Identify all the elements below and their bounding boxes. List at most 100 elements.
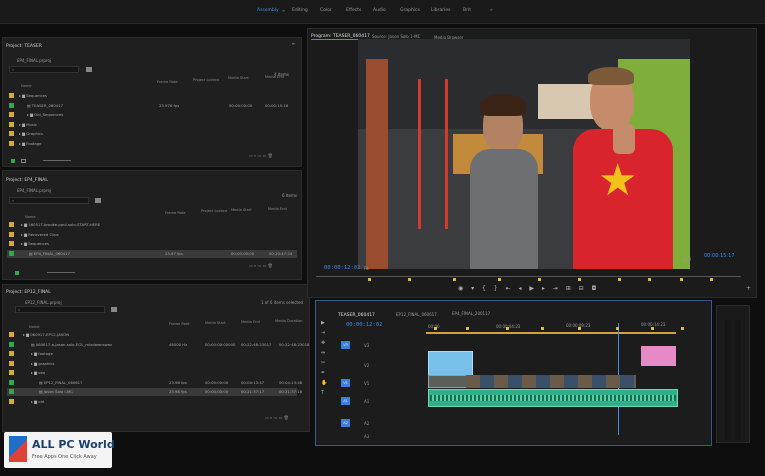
track-a2-target[interactable]: A2: [341, 419, 350, 427]
fit-select[interactable]: Fit: [364, 266, 369, 271]
list-item[interactable]: ▤ Jason Solo I-MC 23.98 fps 00:00:00:00 00:…: [7, 388, 302, 396]
marker[interactable]: [578, 278, 581, 281]
marker[interactable]: [618, 278, 621, 281]
zoom-slider[interactable]: [43, 160, 71, 161]
more-tabs-icon[interactable]: »: [490, 8, 493, 13]
tab-color[interactable]: Color: [320, 8, 332, 13]
tab-graphics[interactable]: Graphics: [400, 8, 420, 13]
label-swatch[interactable]: [9, 341, 14, 347]
label-swatch[interactable]: [9, 231, 14, 237]
video-thumbnails-v1[interactable]: [466, 375, 636, 388]
menu-icon[interactable]: ≡: [282, 8, 285, 13]
list-item[interactable]: ▸ ▆ Sequences: [7, 240, 297, 248]
list-item[interactable]: ▸ ▆ 060917-EP12-JASON: [7, 331, 297, 339]
marker[interactable]: [578, 327, 581, 330]
marker[interactable]: [680, 278, 683, 281]
tab-effects[interactable]: Effects: [346, 8, 361, 13]
label-swatch[interactable]: [9, 140, 14, 146]
col-frame-rate[interactable]: Frame Rate: [165, 211, 186, 215]
col-media-start[interactable]: Media Start: [231, 208, 252, 212]
marker[interactable]: [434, 327, 437, 330]
marker[interactable]: [710, 278, 713, 281]
list-item[interactable]: ▸ ▆ footage: [7, 350, 297, 358]
label-swatch[interactable]: [9, 370, 14, 375]
search-input[interactable]: ⌕: [9, 66, 79, 73]
list-item[interactable]: ▸ ▆ Recovered Clips: [7, 231, 297, 239]
label-swatch[interactable]: [9, 398, 14, 404]
label-swatch[interactable]: [9, 351, 14, 356]
list-item[interactable]: ▤ EP12_FINAL_060617 23.98 fps 00:00:00:00 0…: [7, 379, 302, 387]
col-frame-rate[interactable]: Frame Rate: [157, 80, 178, 84]
new-bin-icon[interactable]: [111, 307, 117, 312]
graphic-clip-v3[interactable]: [641, 346, 676, 366]
label-swatch[interactable]: [9, 241, 14, 246]
label-swatch[interactable]: [9, 112, 14, 117]
label-swatch[interactable]: [9, 131, 14, 136]
label-swatch[interactable]: [9, 102, 14, 108]
tab-editing[interactable]: Editing: [292, 8, 308, 13]
label-swatch[interactable]: [9, 360, 14, 366]
list-item[interactable]: ▸ ▆ Graphics: [7, 130, 297, 138]
label-swatch[interactable]: [9, 93, 14, 98]
col-project-locked[interactable]: Project Locked: [201, 209, 227, 213]
video-clip-v2[interactable]: [428, 351, 473, 376]
marker[interactable]: [541, 327, 544, 330]
search-input[interactable]: ⌕: [9, 197, 89, 204]
col-name[interactable]: Name: [21, 84, 32, 88]
tab-brit[interactable]: Brit: [463, 8, 471, 13]
timeline-timecode[interactable]: 00:00:12:02: [346, 322, 382, 328]
list-item[interactable]: ▤ TEASER_060417 23.976 fps 00:00:00:00 00:0…: [7, 102, 297, 110]
tab-ep12-seq[interactable]: EP12_FINAL_060617: [396, 312, 437, 317]
marker[interactable]: [648, 278, 651, 281]
list-item[interactable]: ▸ ▆ seq: [7, 369, 297, 377]
marker[interactable]: [538, 278, 541, 281]
list-item[interactable]: ▸ ▆ Footage: [7, 140, 297, 148]
label-swatch[interactable]: [9, 379, 14, 385]
new-bin-icon[interactable]: [95, 198, 101, 203]
video-frame[interactable]: ★: [358, 39, 690, 269]
panel-footer-icons[interactable]: ▭ ⌕ ▭ ▭ 🗑: [249, 263, 273, 268]
new-bin-icon[interactable]: [86, 67, 92, 72]
col-project-locked[interactable]: Project Locked: [193, 78, 219, 82]
track-v1-target[interactable]: V1: [341, 379, 350, 387]
marker[interactable]: [453, 278, 456, 281]
label-swatch[interactable]: [9, 389, 14, 394]
label-swatch[interactable]: [9, 332, 14, 337]
col-media-end[interactable]: Media End: [265, 75, 284, 79]
tab-audio[interactable]: Audio: [373, 8, 386, 13]
col-name[interactable]: Name: [29, 325, 40, 329]
list-view-icon[interactable]: [15, 271, 19, 275]
list-item[interactable]: ▸ ▆ old: [7, 398, 297, 406]
marker[interactable]: [498, 278, 501, 281]
list-view-icon[interactable]: [11, 159, 15, 163]
panel-footer-icons[interactable]: ▭ ⌕ ▭ ▭ 🗑: [249, 153, 273, 158]
col-media-start[interactable]: Media Start: [205, 321, 226, 325]
search-input[interactable]: ⌕: [15, 306, 105, 313]
marker[interactable]: [368, 278, 371, 281]
tab-ep4-seq[interactable]: EP4_FINAL_200117: [452, 311, 490, 316]
work-area-bar[interactable]: [426, 332, 676, 334]
col-media-end[interactable]: Media End: [241, 320, 260, 324]
col-media-duration[interactable]: Media Duration: [275, 319, 303, 323]
tab-teaser-seq[interactable]: TEASER_060417: [338, 313, 375, 318]
tools-strip[interactable]: ▶ ⇥ ✥ ⇹ ✂ ✒ ✋ T: [321, 318, 329, 408]
list-item[interactable]: ▸ ▆ Sequences: [7, 92, 297, 100]
col-media-end[interactable]: Media End: [268, 207, 287, 211]
list-item[interactable]: ▸ ▆ Old_Sequences: [7, 111, 297, 119]
list-item[interactable]: ▤ 060617-a-jason-solo-EOL_mixdownswav 480…: [7, 341, 309, 349]
tab-libraries[interactable]: Libraries: [431, 8, 450, 13]
icon-view-icon[interactable]: [21, 159, 26, 163]
marker[interactable]: [466, 327, 469, 330]
track-v3-target[interactable]: V3: [341, 341, 350, 349]
list-item[interactable]: ▸ ▆ Music: [7, 121, 297, 129]
label-swatch[interactable]: [9, 222, 14, 227]
transport-controls[interactable]: ◉ ▾ { } ⇤ ◂ ▶ ▸ ⇥ ⊞ ⊟ ◘: [458, 285, 599, 292]
list-item[interactable]: ▤ EP4_FINAL_060417 23.97 fps 00:00:00:00 00…: [7, 249, 297, 258]
list-item[interactable]: ▸ ▆ graphics: [7, 360, 297, 368]
marker[interactable]: [408, 278, 411, 281]
program-timecode[interactable]: 00:00:12:02: [324, 265, 360, 271]
marker[interactable]: [616, 327, 619, 330]
panel-menu-icon[interactable]: ≡: [292, 41, 295, 46]
col-media-start[interactable]: Media Start: [228, 76, 249, 80]
zoom-slider[interactable]: [47, 272, 75, 273]
